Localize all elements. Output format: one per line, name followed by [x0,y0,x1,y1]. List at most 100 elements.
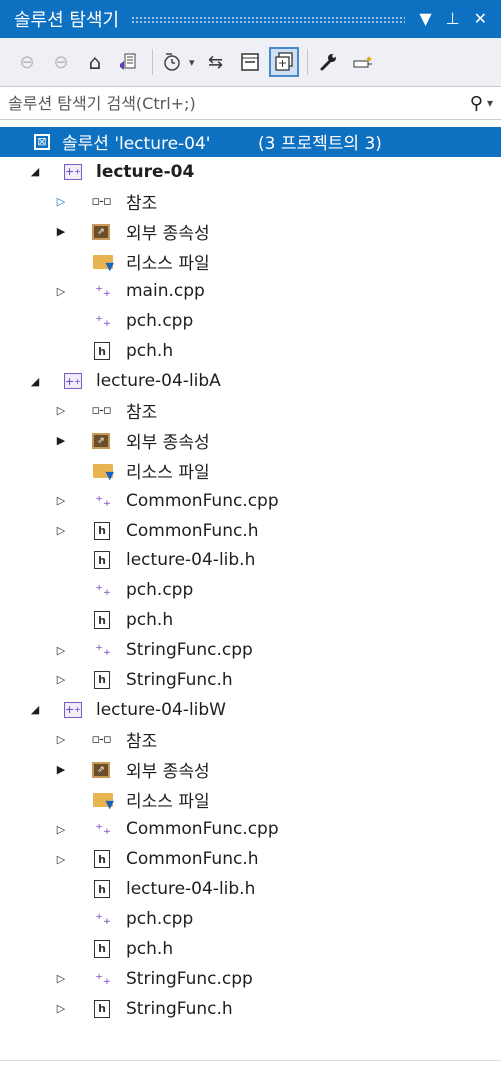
tree-row-file[interactable]: ▷ ⁺₊ StringFunc.cpp [0,635,501,665]
project-label: lecture-04 [96,161,195,182]
file-label: StringFunc.cpp [126,968,253,989]
expand-arrow-icon[interactable]: ▷ [54,853,68,866]
close-icon[interactable]: ✕ [474,11,487,27]
sync-icon[interactable]: ⇆ [203,49,229,75]
references-label: 참조 [126,732,158,753]
header-file-icon: h [94,342,110,361]
switch-views-icon[interactable] [116,49,142,75]
tree-row-external-deps[interactable]: ▶ ⇗ 외부 종속성 [0,217,501,247]
search-input[interactable] [0,92,470,114]
project-label: lecture-04-libA [96,371,221,392]
expand-arrow-icon[interactable]: ▷ [54,823,68,836]
references-icon: ▫-▫ [91,194,111,210]
pending-changes-icon[interactable] [161,49,187,75]
external-deps-label: 외부 종속성 [126,224,210,245]
tree-row-file[interactable]: h lecture-04-lib.h [0,874,501,904]
expand-arrow-icon[interactable]: ▷ [54,972,68,985]
project-label: lecture-04-libW [96,699,226,720]
bottom-border [0,1060,501,1061]
file-label: pch.cpp [126,580,194,601]
search-options-icon[interactable]: ▾ [487,96,493,110]
external-dependencies-icon: ⇗ [92,432,110,449]
dropdown-icon[interactable]: ▼ [419,11,431,27]
collapse-all-icon[interactable] [237,49,263,75]
file-label: CommonFunc.h [126,520,259,541]
file-label: pch.cpp [126,311,194,332]
references-label: 참조 [126,194,158,215]
expand-arrow-icon[interactable]: ▷ [54,733,68,746]
back-icon[interactable]: ⊖ [14,49,40,75]
tree-row-file[interactable]: ▷ h StringFunc.h [0,994,501,1024]
header-file-icon: h [94,670,110,689]
tree-row-resource-files[interactable]: ▼ 리소스 파일 [0,785,501,815]
expand-arrow-icon[interactable]: ▷ [54,285,68,298]
tree-row-file[interactable]: h pch.h [0,605,501,635]
header-file-icon: h [94,999,110,1018]
tree-row-file[interactable]: ⁺₊ pch.cpp [0,575,501,605]
tree-row-file[interactable]: ▷ ⁺₊ CommonFunc.cpp [0,486,501,516]
expand-arrow-icon[interactable]: ▷ [54,1002,68,1015]
show-all-files-icon[interactable] [268,47,299,77]
tree-row-references[interactable]: ▷ ▫-▫ 참조 [0,396,501,426]
cpp-file-icon: ⁺₊ [95,969,111,988]
solution-label: 솔루션 'lecture-04' [62,134,211,155]
filter-folder-icon: ▼ [92,791,114,811]
tree-row-references[interactable]: ▷ ▫-▫ 참조 [0,725,501,755]
expand-arrow-icon[interactable]: ▶ [54,763,68,776]
preview-icon[interactable] [350,49,376,75]
tree-row-file[interactable]: ▷ ⁺₊ StringFunc.cpp [0,964,501,994]
tree-row-file[interactable]: h pch.h [0,934,501,964]
expand-arrow-icon[interactable]: ▷ [54,404,68,417]
expand-arrow-icon[interactable]: ▶ [54,225,68,238]
collapse-arrow-icon[interactable]: ◢ [28,165,42,178]
cpp-file-icon: ⁺₊ [95,491,111,510]
tree-row-file[interactable]: ▷ ⁺₊ main.cpp [0,276,501,306]
wrench-icon[interactable] [316,49,342,75]
filter-folder-icon: ▼ [92,462,114,482]
tree-row-file[interactable]: ▷ h CommonFunc.h [0,844,501,874]
tree-row-project[interactable]: ◢ + + lecture-04-libW [0,695,501,725]
pin-icon[interactable]: ⊥ [446,11,460,27]
tree-row-project[interactable]: ◢ + + lecture-04-libA [0,366,501,396]
tree-row-resource-files[interactable]: ▼ 리소스 파일 [0,247,501,277]
tree-row-project[interactable]: ◢ + + lecture-04 [0,157,501,187]
tree-row-external-deps[interactable]: ▶ ⇗ 외부 종속성 [0,426,501,456]
header-file-icon: h [94,611,110,630]
tree-row-resource-files[interactable]: ▼ 리소스 파일 [0,456,501,486]
cpp-project-icon: + + [64,373,82,390]
expand-arrow-icon[interactable]: ▷ [54,673,68,686]
tree-row-file[interactable]: ⁺₊ pch.cpp [0,904,501,934]
file-label: main.cpp [126,281,205,302]
header-file-icon: h [94,551,110,570]
tree-row-solution[interactable]: ⊠ 솔루션 'lecture-04' (3 프로젝트의 3) [0,127,501,157]
toolbar: ⊖ ⊖ ⌂ ▾ ⇆ [0,38,501,86]
expand-arrow-icon[interactable]: ▷ [54,644,68,657]
expand-arrow-icon[interactable]: ▶ [54,434,68,447]
tree-row-references[interactable]: ▷ ▫-▫ 참조 [0,187,501,217]
tree-row-file[interactable]: ▷ h StringFunc.h [0,665,501,695]
collapse-arrow-icon[interactable]: ◢ [28,703,42,716]
file-label: StringFunc.cpp [126,640,253,661]
cpp-file-icon: ⁺₊ [95,910,111,929]
pending-dropdown-icon[interactable]: ▾ [189,56,195,69]
tree-row-file[interactable]: ⁺₊ pch.cpp [0,306,501,336]
expand-arrow-icon[interactable]: ▷ [54,494,68,507]
file-label: lecture-04-lib.h [126,550,256,571]
drag-grip[interactable] [131,15,406,23]
tree-row-external-deps[interactable]: ▶ ⇗ 외부 종속성 [0,755,501,785]
references-icon: ▫-▫ [91,732,111,748]
solution-project-count: (3 프로젝트의 3) [258,134,382,155]
tree-row-file[interactable]: ▷ ⁺₊ CommonFunc.cpp [0,814,501,844]
title-bar: 솔루션 탐색기 ▼ ⊥ ✕ [0,0,501,38]
file-label: pch.h [126,341,174,362]
collapse-arrow-icon[interactable]: ◢ [28,375,42,388]
forward-icon[interactable]: ⊖ [48,49,74,75]
home-icon[interactable]: ⌂ [82,49,108,75]
tree-row-file[interactable]: h pch.h [0,336,501,366]
search-icon[interactable]: ⚲ [470,93,483,114]
tree-row-file[interactable]: h lecture-04-lib.h [0,545,501,575]
expand-arrow-icon[interactable]: ▷ [54,195,68,208]
expand-arrow-icon[interactable]: ▷ [54,524,68,537]
external-dependencies-icon: ⇗ [92,761,110,778]
tree-row-file[interactable]: ▷ h CommonFunc.h [0,516,501,546]
